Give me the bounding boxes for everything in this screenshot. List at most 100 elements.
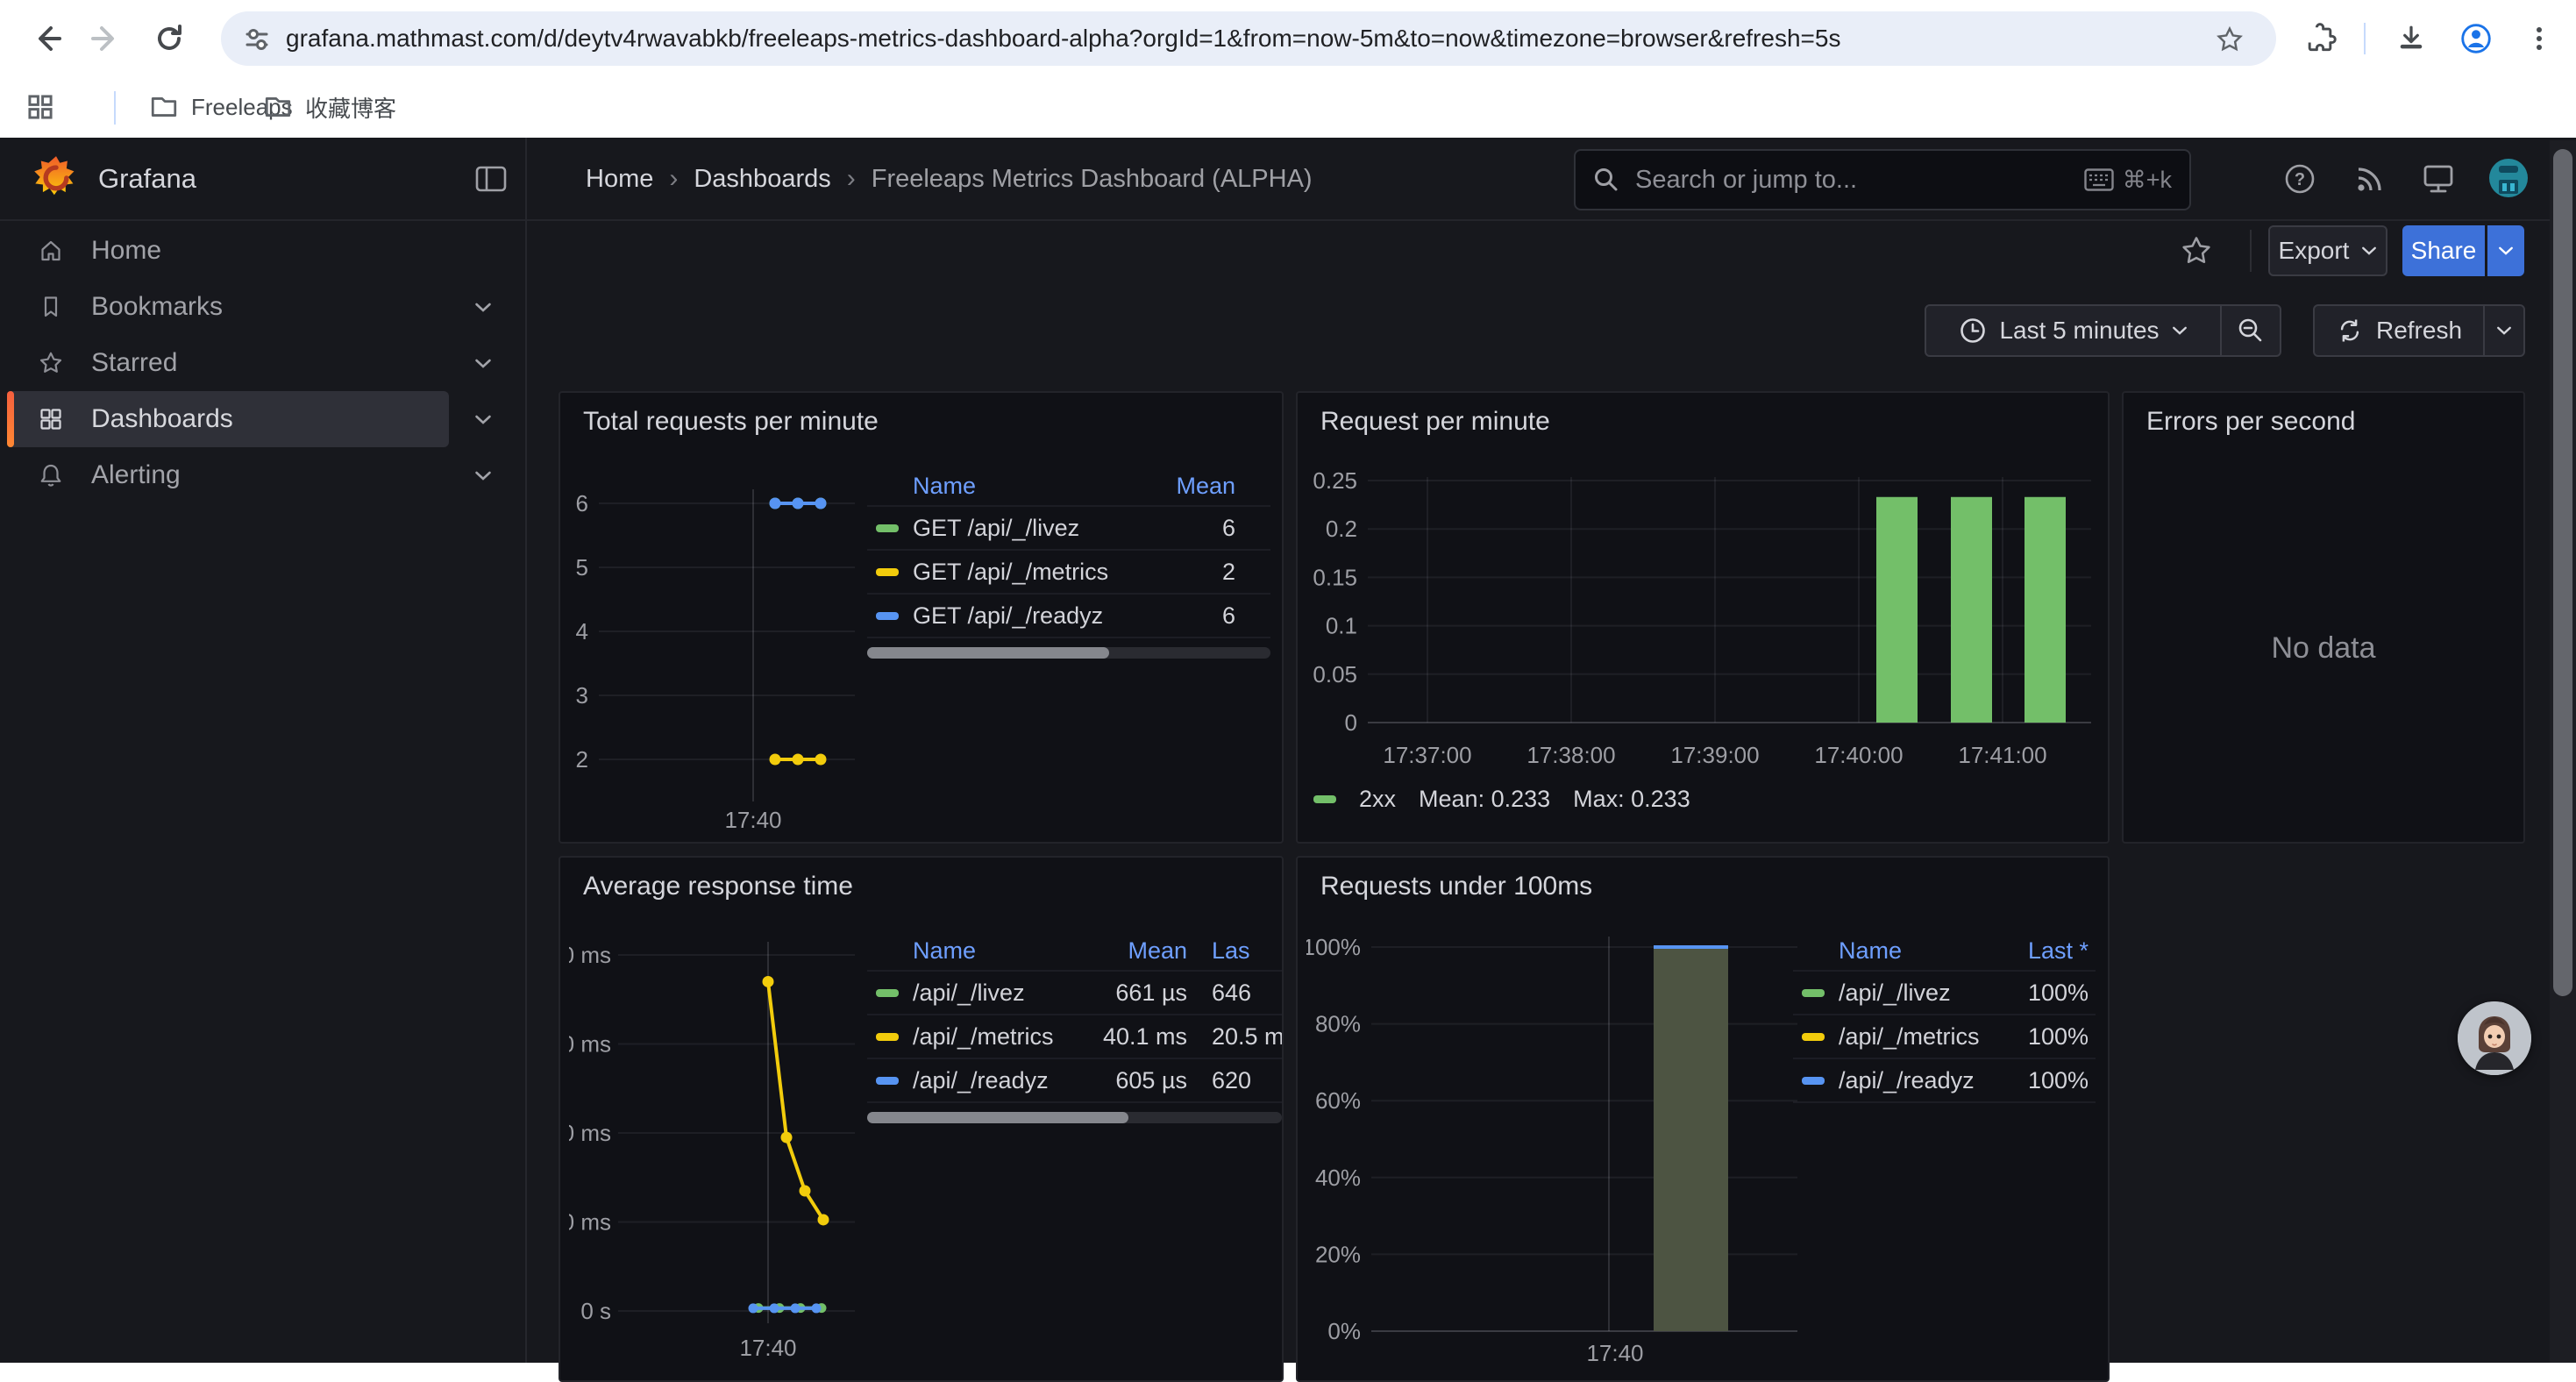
legend-column-header[interactable]: Name: [913, 473, 1139, 500]
y-tick-label: 0%: [1327, 1318, 1361, 1344]
panel-title[interactable]: Average response time: [583, 872, 853, 901]
legend-series-name[interactable]: /api/_/metrics: [1839, 1023, 1990, 1051]
zoom-out-button[interactable]: [2222, 306, 2280, 355]
home-icon: [39, 239, 63, 263]
legend-column-header[interactable]: Mean: [1139, 473, 1270, 500]
search-input[interactable]: Search or jump to... ⌘+k: [1574, 149, 2191, 210]
news-rss-icon[interactable]: [2350, 159, 2390, 199]
legend-column-header[interactable]: Las: [1194, 937, 1282, 965]
legend-value-mean: 40.1 ms: [1063, 1023, 1194, 1051]
legend-scrollbar[interactable]: [867, 1112, 1282, 1123]
panel-total-requests-per-minute: Total requests per minute 6543217:40 Nam…: [559, 391, 1284, 844]
chevron-down-icon[interactable]: [470, 391, 496, 447]
dashboards-grid-icon: [39, 407, 63, 431]
monitor-icon[interactable]: [2418, 159, 2459, 199]
download-icon[interactable]: [2392, 19, 2430, 58]
export-button[interactable]: Export: [2268, 225, 2387, 276]
extensions-icon[interactable]: [2301, 19, 2339, 58]
legend-series-name[interactable]: 2xx: [1359, 786, 1396, 813]
legend-scrollbar-thumb[interactable]: [867, 647, 1109, 659]
share-dropdown-button[interactable]: [2487, 225, 2524, 276]
brand-title[interactable]: Grafana: [98, 163, 196, 195]
refresh-icon: [2336, 317, 2364, 345]
svg-text:?: ?: [2295, 170, 2305, 189]
profile-icon[interactable]: [2457, 19, 2495, 58]
refresh-interval-dropdown[interactable]: [2485, 306, 2523, 355]
legend-scrollbar[interactable]: [867, 647, 1270, 659]
folder-icon: [263, 92, 293, 122]
panel-title[interactable]: Total requests per minute: [583, 407, 879, 437]
legend-value-mean: 2: [1139, 559, 1270, 586]
panel-title[interactable]: Errors per second: [2146, 407, 2355, 437]
back-icon[interactable]: [29, 11, 68, 66]
menu-kebab-icon[interactable]: [2522, 19, 2557, 58]
sidebar-item-home[interactable]: Home: [7, 223, 449, 279]
time-picker-group: Last 5 minutes: [1925, 304, 2281, 357]
legend-series-name[interactable]: GET /api/_/readyz: [913, 602, 1139, 630]
refresh-group: Refresh: [2313, 304, 2525, 357]
page-scrollbar[interactable]: [2550, 140, 2576, 1363]
legend-column-header[interactable]: Last *: [1990, 937, 2096, 965]
favorite-star-icon[interactable]: [2175, 230, 2217, 272]
time-range-picker[interactable]: Last 5 minutes: [1926, 306, 2220, 355]
panel-title[interactable]: Requests under 100ms: [1320, 872, 1592, 901]
legend-series-name[interactable]: /api/_/livez: [1839, 980, 1990, 1007]
y-tick-label: 60 ms: [569, 1031, 611, 1058]
legend-column-header[interactable]: Mean: [1063, 937, 1194, 965]
average-response-time-chart[interactable]: 80 ms60 ms40 ms20 ms0 s17:40: [569, 924, 858, 1363]
user-avatar[interactable]: [2487, 156, 2530, 200]
zoom-out-icon: [2236, 316, 2266, 346]
url-text[interactable]: grafana.mathmast.com/d/deytv4rwavabkb/fr…: [286, 25, 2188, 53]
breadcrumb-home[interactable]: Home: [586, 165, 653, 194]
site-settings-icon[interactable]: [242, 25, 272, 54]
legend[interactable]: 2xx Mean: 0.233 Max: 0.233: [1313, 783, 1690, 815]
legend-series-name[interactable]: /api/_/metrics: [913, 1023, 1063, 1051]
chevron-down-icon[interactable]: [470, 447, 496, 503]
legend-series-name[interactable]: GET /api/_/metrics: [913, 559, 1139, 586]
request-per-minute-chart[interactable]: 00.050.10.150.20.2517:37:0017:38:0017:39…: [1306, 451, 2104, 788]
breadcrumb: Home Dashboards Freeleaps Metrics Dashbo…: [586, 164, 1313, 194]
dock-menu-icon[interactable]: [471, 159, 511, 199]
apps-grid-icon[interactable]: [21, 88, 60, 126]
total-requests-chart[interactable]: 6543217:40: [569, 459, 858, 844]
legend-column-header[interactable]: Name: [1839, 937, 1990, 965]
legend-table: NameMeanLas/api/_/livez661 µs646/api/_/m…: [867, 931, 1282, 1123]
sidebar-item-alerting[interactable]: Alerting: [7, 447, 449, 503]
legend-scrollbar-thumb[interactable]: [867, 1112, 1128, 1123]
legend-swatch: [876, 1033, 899, 1041]
x-tick-label: 17:40:00: [1814, 742, 1903, 768]
y-tick-label: 5: [576, 554, 588, 581]
sidebar-item-label: Alerting: [91, 460, 181, 490]
breadcrumb-dashboards[interactable]: Dashboards: [694, 165, 830, 194]
legend-swatch: [876, 524, 899, 532]
chevron-down-icon: [2172, 325, 2188, 336]
chevron-down-icon[interactable]: [470, 335, 496, 391]
breadcrumb-separator-icon: [653, 164, 694, 194]
legend-series-name[interactable]: /api/_/readyz: [1839, 1067, 1990, 1094]
grafana-logo-icon[interactable]: [32, 154, 81, 203]
scrollbar-thumb[interactable]: [2553, 149, 2572, 996]
requests-under-100ms-chart[interactable]: 100%80%60%40%20%0%17:40: [1306, 915, 1850, 1364]
bookmark-folder-blogs[interactable]: 收藏博客: [263, 86, 396, 128]
legend-swatch: [876, 1077, 899, 1085]
legend-series-name[interactable]: /api/_/readyz: [913, 1067, 1063, 1094]
refresh-button[interactable]: Refresh: [2315, 306, 2483, 355]
sidebar-item-dashboards[interactable]: Dashboards: [7, 391, 449, 447]
panel-title[interactable]: Request per minute: [1320, 407, 1550, 437]
sidebar-item-bookmarks[interactable]: Bookmarks: [7, 279, 449, 335]
address-bar[interactable]: grafana.mathmast.com/d/deytv4rwavabkb/fr…: [221, 11, 2276, 66]
data-point: [791, 1303, 801, 1313]
reload-icon[interactable]: [150, 11, 189, 66]
legend-column-header[interactable]: Name: [913, 937, 1063, 965]
no-data-message: No data: [2124, 631, 2523, 666]
sidebar-item-starred[interactable]: Starred: [7, 335, 449, 391]
legend-series-name[interactable]: GET /api/_/livez: [913, 515, 1139, 542]
forward-icon[interactable]: [85, 11, 124, 66]
assistant-avatar[interactable]: [2458, 1001, 2531, 1075]
chevron-down-icon[interactable]: [470, 279, 496, 335]
help-icon[interactable]: ?: [2280, 159, 2320, 199]
data-point: [800, 1185, 811, 1196]
share-button[interactable]: Share: [2402, 225, 2485, 276]
legend-series-name[interactable]: /api/_/livez: [913, 980, 1063, 1007]
bookmark-star-icon[interactable]: [2213, 23, 2246, 56]
